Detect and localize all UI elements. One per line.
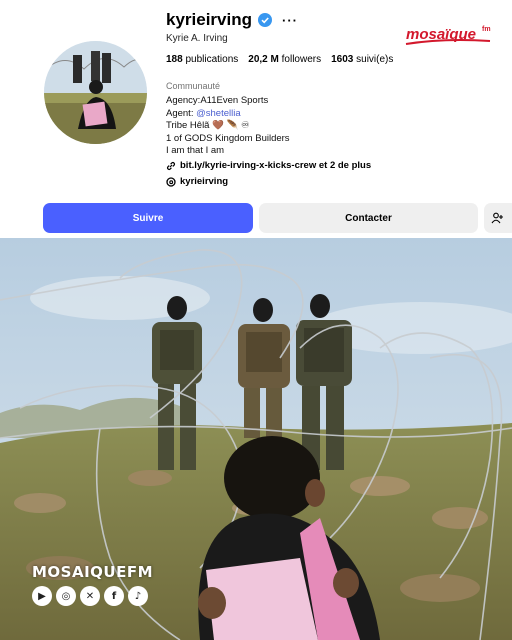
profile-stats: 188 publications 20,2 M followers 1603 s…	[166, 54, 393, 65]
bio-line-agency: Agency:A11Even Sports	[166, 95, 269, 106]
instagram-icon[interactable]: ◎	[56, 586, 76, 606]
agent-mention-link[interactable]: @shetellia	[196, 108, 241, 119]
profile-bio: Agency:A11Even Sports Agent: @shetellia …	[166, 95, 290, 158]
bio-agent-prefix: Agent:	[166, 107, 197, 119]
youtube-icon[interactable]: ▶	[32, 586, 52, 606]
following-count: 1603	[331, 54, 354, 65]
contact-button[interactable]: Contacter	[259, 203, 478, 233]
logo-suffix: fm	[482, 26, 491, 33]
profile-full-name: Kyrie A. Irving	[166, 33, 228, 44]
more-options-icon[interactable]: ···	[282, 13, 298, 28]
tiktok-icon[interactable]: ♪	[128, 586, 148, 606]
profile-username-row: kyrieirving ···	[166, 10, 298, 30]
threads-link[interactable]: kyrieirving	[166, 176, 228, 187]
posts-count: 188	[166, 54, 183, 65]
profile-category: Communauté	[166, 81, 221, 91]
following-label: suivi(e)s	[356, 54, 394, 65]
followers-count: 20,2 M	[248, 54, 279, 65]
facebook-icon[interactable]: f	[104, 586, 124, 606]
profile-link[interactable]: bit.ly/kyrie-irving-x-kicks-crew et 2 de…	[166, 160, 371, 171]
followers-label: followers	[281, 54, 322, 65]
x-icon[interactable]: ✕	[80, 586, 100, 606]
followers-stat[interactable]: 20,2 M followers	[248, 54, 321, 65]
add-user-icon	[491, 212, 503, 224]
social-icons: ▶ ◎ ✕ f ♪	[32, 586, 148, 606]
profile-username: kyrieirving	[166, 10, 252, 29]
following-stat[interactable]: 1603 suivi(e)s	[331, 54, 393, 65]
follow-button[interactable]: Suivre	[43, 203, 253, 233]
bio-line-builders: 1 of GODS Kingdom Builders	[166, 132, 290, 144]
verified-badge-icon	[258, 13, 272, 27]
bio-line-tribe: Tribe Hêlã 🤎 🪶 ♾	[166, 120, 250, 131]
threads-handle: kyrieirving	[180, 176, 229, 187]
avatar-photo	[44, 41, 147, 144]
mosaique-logo: mosaïque fm	[404, 22, 496, 48]
posts-stat[interactable]: 188 publications	[166, 54, 238, 65]
bio-line-agent: Agent: @shetellia	[166, 108, 290, 121]
threads-icon	[166, 176, 176, 187]
mosaique-watermark: MOSAIQUEFM	[32, 563, 154, 581]
link-icon	[166, 161, 176, 170]
add-user-button[interactable]	[484, 203, 512, 233]
posts-label: publications	[185, 54, 239, 65]
profile-link-text: bit.ly/kyrie-irving-x-kicks-crew et 2 de…	[180, 160, 372, 171]
profile-avatar[interactable]	[44, 41, 147, 144]
bio-line-iam: I am that I am	[166, 145, 225, 156]
